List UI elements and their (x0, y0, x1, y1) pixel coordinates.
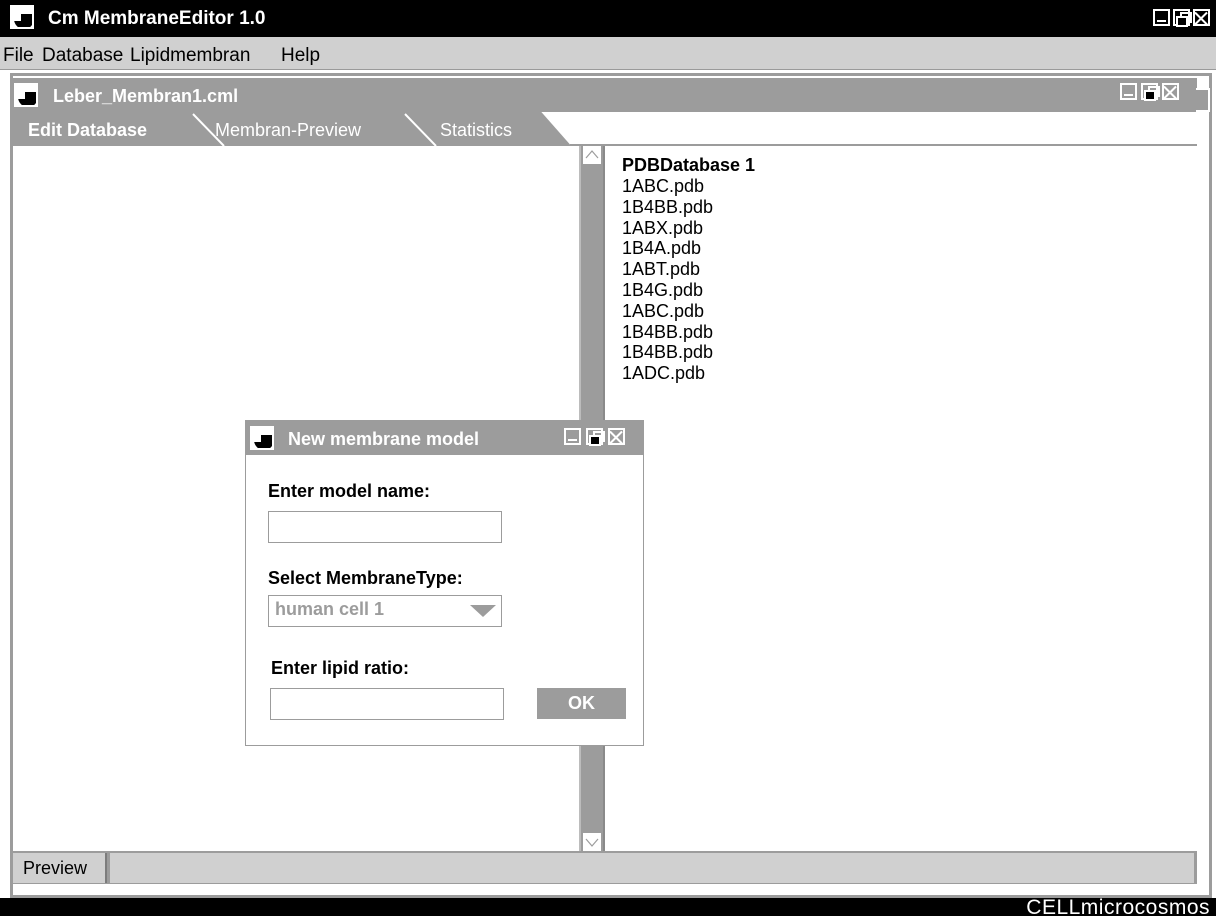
status-tab-preview-label: Preview (23, 858, 88, 878)
chevron-down-icon[interactable] (470, 605, 496, 617)
list-item[interactable]: 1B4BB.pdb (622, 342, 713, 363)
document-maximize-icon[interactable] (1141, 83, 1160, 101)
menu-help[interactable]: Help (281, 45, 320, 67)
cell-microcosmos-logo: CELLmicrocosmos (1026, 898, 1210, 916)
tab-strip: Edit Database Membran-Preview Statistics (10, 112, 1197, 146)
dialog-maximize-icon[interactable] (586, 428, 605, 446)
dialog-icon (250, 426, 274, 450)
menu-bar: File Database Lipidmembran Help (0, 37, 1216, 70)
document-title: Leber_Membran1.cml (53, 86, 239, 106)
app-logo-icon (10, 5, 34, 29)
tab-statistics[interactable]: Statistics (440, 120, 512, 141)
document-minimize-icon[interactable] (1120, 83, 1137, 100)
list-item[interactable]: 1ABT.pdb (622, 259, 713, 280)
model-name-label: Enter model name: (268, 481, 431, 501)
menu-database[interactable]: Database (42, 45, 123, 67)
tab-membran-preview[interactable]: Membran-Preview (215, 120, 361, 141)
membrane-type-value: human cell 1 (275, 599, 385, 619)
list-item[interactable]: 1ABC.pdb (622, 176, 713, 197)
tab-edit-database[interactable]: Edit Database (28, 120, 147, 141)
list-item[interactable]: 1B4G.pdb (622, 280, 713, 301)
dialog-minimize-icon[interactable] (564, 428, 581, 445)
list-item[interactable]: 1B4BB.pdb (622, 322, 713, 343)
main-title-bar[interactable]: Cm MembraneEditor 1.0 (0, 0, 1216, 37)
list-item[interactable]: 1B4A.pdb (622, 238, 713, 259)
list-item[interactable]: 1ABC.pdb (622, 301, 713, 322)
menu-lipidmembran[interactable]: Lipidmembran (130, 45, 250, 67)
background-window-edge (1196, 88, 1210, 112)
status-bar-field (110, 853, 1194, 883)
close-icon[interactable] (1193, 9, 1210, 26)
list-item[interactable]: 1ABX.pdb (622, 218, 713, 239)
tab-shapes (10, 112, 1197, 146)
window-title: Cm MembraneEditor 1.0 (48, 8, 266, 29)
document-icon (14, 83, 38, 107)
ok-button[interactable]: OK (537, 688, 626, 719)
dialog-close-icon[interactable] (608, 428, 625, 445)
bottom-strip: CELLmicrocosmos (0, 898, 1216, 916)
lipid-ratio-input[interactable] (270, 688, 504, 720)
pdb-file-list: 1ABC.pdb 1B4BB.pdb 1ABX.pdb 1B4A.pdb 1AB… (622, 176, 713, 384)
database-title: PDBDatabase 1 (622, 155, 756, 175)
document-close-icon[interactable] (1162, 83, 1179, 100)
membrane-type-label: Select MembraneType: (268, 568, 463, 588)
lipid-ratio-label: Enter lipid ratio: (271, 658, 410, 678)
dialog-title: New membrane model (288, 429, 480, 449)
maximize-icon[interactable] (1173, 9, 1192, 27)
menu-file[interactable]: File (3, 45, 34, 67)
scroll-down-arrow-icon[interactable] (583, 833, 601, 851)
minimize-icon[interactable] (1153, 9, 1170, 26)
list-item[interactable]: 1ADC.pdb (622, 363, 713, 384)
scroll-up-arrow-icon[interactable] (583, 146, 601, 164)
list-item[interactable]: 1B4BB.pdb (622, 197, 713, 218)
model-name-input[interactable] (268, 511, 502, 543)
